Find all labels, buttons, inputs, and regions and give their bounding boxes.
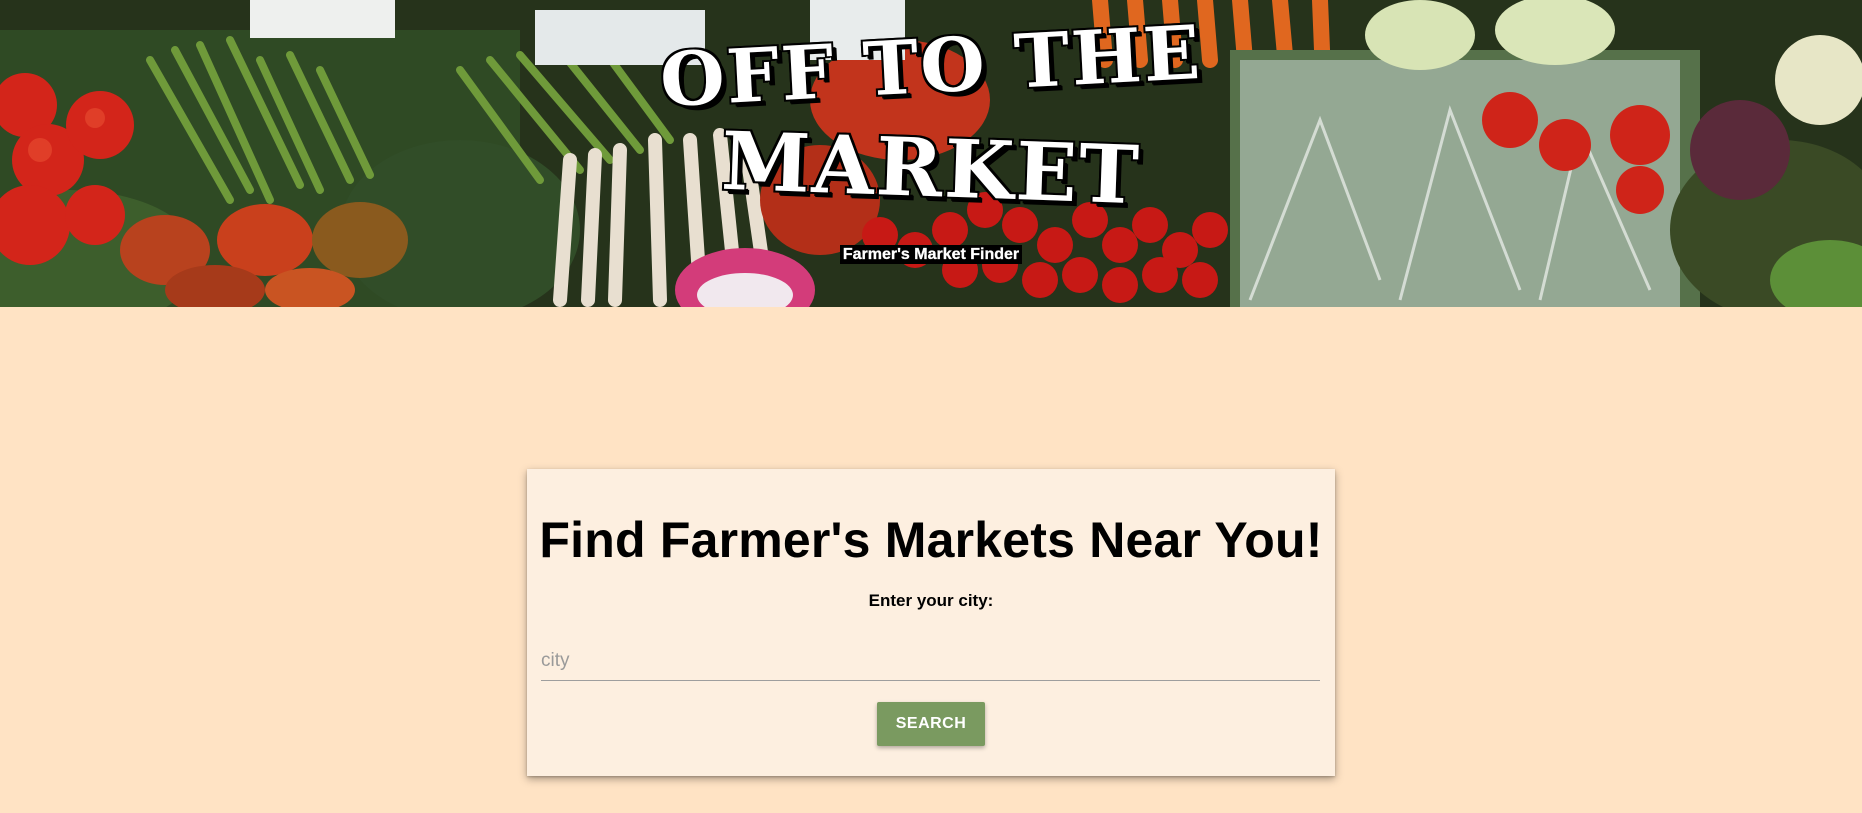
search-button[interactable]: SEARCH [877, 702, 985, 746]
city-input[interactable] [541, 641, 1320, 681]
tagline-text: Farmer's Market Finder [839, 245, 1023, 264]
city-label: Enter your city: [868, 591, 994, 610]
hero-banner: OFF TO THE MARKET Farmer's Market Finder [0, 0, 1862, 307]
page-title: Find Farmer's Markets Near You! [539, 512, 1323, 568]
search-card: Find Farmer's Markets Near You! Enter yo… [527, 469, 1335, 776]
tagline: Farmer's Market Finder [0, 245, 1862, 264]
